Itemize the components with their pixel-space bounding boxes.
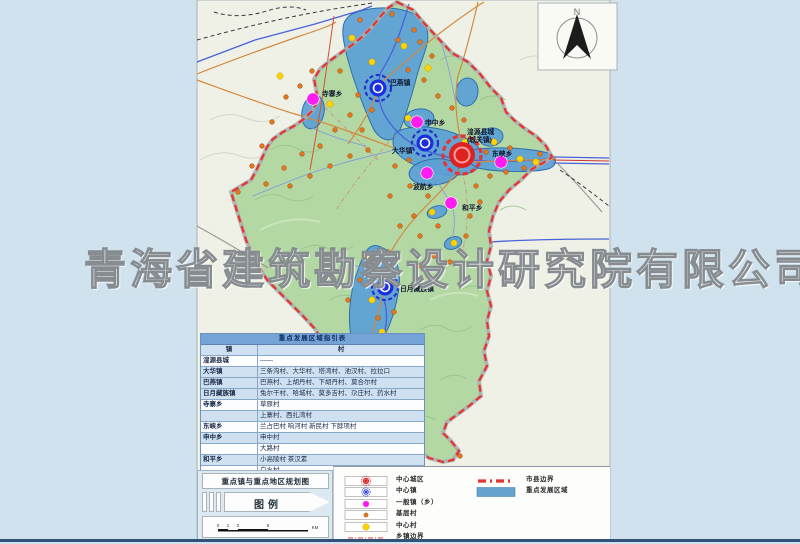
bottom-border-bar — [0, 539, 800, 542]
table-header-village: 村 — [258, 345, 424, 355]
table-cell-villages: 兔尔干村、哈城村、莫多吉村、尕庄村、药水村 — [258, 389, 424, 399]
table-row: 寺寨乡草原村 — [201, 400, 424, 411]
table-row: 申中乡申中村 — [201, 433, 424, 444]
scale-tick-label: 1 — [227, 523, 230, 528]
legend-item-township: 一般镇（乡） — [344, 495, 438, 506]
town-label-line2: (城关镇) — [467, 135, 492, 144]
table-cell-villages: 大路村 — [258, 444, 424, 454]
table-row: 大路村 — [201, 444, 424, 455]
legend-label: 市县边界 — [526, 473, 554, 483]
svg-text:KM: KM — [312, 525, 319, 530]
map-document: 巴燕镇寺寨乡申中乡大华镇湟源县城(城关镇)东峡乡波航乡和平乡日月藏族镇 N 青海… — [0, 0, 800, 544]
county_boundary-swatch-icon — [474, 473, 518, 483]
legend-item-county_seat: 中心城区 — [344, 472, 438, 483]
table-cell-town: 和平乡 — [201, 455, 258, 465]
town-label: 日月藏族镇 — [400, 284, 434, 293]
table-row: 巴燕镇巴燕村、上胡丹村、下胡丹村、莫合尔村 — [201, 378, 424, 389]
table-row: 东峡乡兰占巴村 响河村 新民村 下脖项村 — [201, 422, 424, 433]
table-cell-town: 日月藏族镇 — [201, 389, 258, 399]
decorative-bar — [209, 492, 214, 512]
table-cell-villages: 三条沟村、大华村、塔湾村、池汉村、拉拉口 — [258, 367, 424, 377]
town-label: 湟源县城 — [467, 127, 494, 136]
legend-label: 一般镇（乡） — [396, 496, 438, 506]
table-cell-town — [201, 444, 258, 454]
map-title: 重点镇与重点地区规划图 — [222, 476, 310, 487]
table-cell-villages: 兰占巴村 响河村 新民村 下脖项村 — [258, 422, 424, 432]
legend-item-center_town: 中心镇 — [344, 484, 438, 495]
township-swatch-icon — [344, 496, 388, 506]
center_town-swatch-icon — [344, 484, 388, 494]
decorative-bar — [216, 492, 221, 512]
table-title: 重点发展区域指引表 — [201, 334, 424, 345]
legend-label: 重点发展区域 — [526, 484, 568, 494]
key-area-table: 重点发展区域指引表 镇 村 湟源县城——大华镇三条沟村、大华村、塔湾村、池汉村、… — [200, 333, 425, 477]
table-body: 湟源县城——大华镇三条沟村、大华村、塔湾村、池汉村、拉拉口巴燕镇巴燕村、上胡丹村… — [201, 356, 424, 476]
table-row: 湟源县城—— — [201, 356, 424, 367]
town-label: 巴燕镇 — [390, 78, 411, 87]
table-cell-villages: 草原村 — [258, 400, 424, 410]
table-row: 大华镇三条沟村、大华村、塔湾村、池汉村、拉拉口 — [201, 367, 424, 378]
table-cell-town: 寺寨乡 — [201, 400, 258, 410]
table-header-row: 镇 村 — [201, 345, 424, 356]
town-label: 和平乡 — [462, 203, 483, 212]
table-cell-villages: 巴燕村、上胡丹村、下胡丹村、莫合尔村 — [258, 378, 424, 388]
legend-banner: 图例 — [224, 492, 330, 512]
legend-item-center_village: 中心村 — [344, 518, 438, 529]
legend-item-county_boundary: 市县边界 — [474, 472, 568, 483]
table-cell-town: 东峡乡 — [201, 422, 258, 432]
legend-column-areas: 市县边界重点发展区域 — [474, 472, 568, 495]
legend-label: 中心城区 — [396, 473, 424, 483]
table-cell-town: 巴燕镇 — [201, 378, 258, 388]
legend-label: 中心村 — [396, 519, 417, 529]
table-cell-town: 湟源县城 — [201, 356, 258, 366]
legend-item-base_village: 基层村 — [344, 507, 438, 518]
table-cell-town: 申中乡 — [201, 433, 258, 443]
table-header-town: 镇 — [201, 345, 258, 355]
legend-label: 基层村 — [396, 507, 417, 517]
town-label: 东峡乡 — [492, 149, 513, 158]
center_village-swatch-icon — [344, 519, 388, 529]
legend-banner-label: 图例 — [254, 496, 282, 511]
table-cell-villages: 申中村 — [258, 433, 424, 443]
table-cell-villages: —— — [258, 356, 424, 366]
table-row: 和平乡小高陵村 茶汉素 — [201, 455, 424, 466]
county_seat-swatch-icon — [344, 473, 388, 483]
key_area-swatch-icon — [474, 484, 518, 494]
north-arrow: N — [538, 3, 617, 70]
table-cell-villages: 上寨村、西扎湾村 — [258, 411, 424, 421]
base_village-swatch-icon — [344, 507, 388, 517]
scale-bar: 0 1 2 5 KM — [213, 521, 323, 537]
table-cell-town: 大华镇 — [201, 367, 258, 377]
title-block: 重点镇与重点地区规划图 图例 0 1 2 5 KM — [197, 470, 333, 540]
table-cell-town — [201, 411, 258, 421]
town-label: 寺寨乡 — [322, 89, 343, 98]
table-cell-villages: 小高陵村 茶汉素 — [258, 455, 424, 465]
legend-column-markers: 中心城区中心镇一般镇（乡）基层村中心村乡镇边界 — [344, 472, 438, 541]
legend-item-key_area: 重点发展区域 — [474, 484, 568, 495]
town-label: 申中乡 — [425, 118, 446, 127]
map-title-box: 重点镇与重点地区规划图 — [202, 473, 329, 489]
decorative-bar — [202, 492, 207, 512]
scale-tick-label: 0 — [217, 523, 220, 528]
scale-box: 0 1 2 5 KM — [202, 516, 329, 538]
table-row: 上寨村、西扎湾村 — [201, 411, 424, 422]
table-row: 日月藏族镇兔尔干村、哈城村、莫多吉村、尕庄村、药水村 — [201, 389, 424, 400]
town-label: 大华镇 — [392, 146, 413, 155]
legend-panel: 中心城区中心镇一般镇（乡）基层村中心村乡镇边界 市县边界重点发展区域 — [333, 466, 610, 540]
legend-label: 中心镇 — [396, 484, 417, 494]
town-label: 波航乡 — [413, 182, 434, 191]
scale-tick-label: 2 — [237, 523, 240, 528]
scale-tick-label: 5 — [267, 523, 270, 528]
